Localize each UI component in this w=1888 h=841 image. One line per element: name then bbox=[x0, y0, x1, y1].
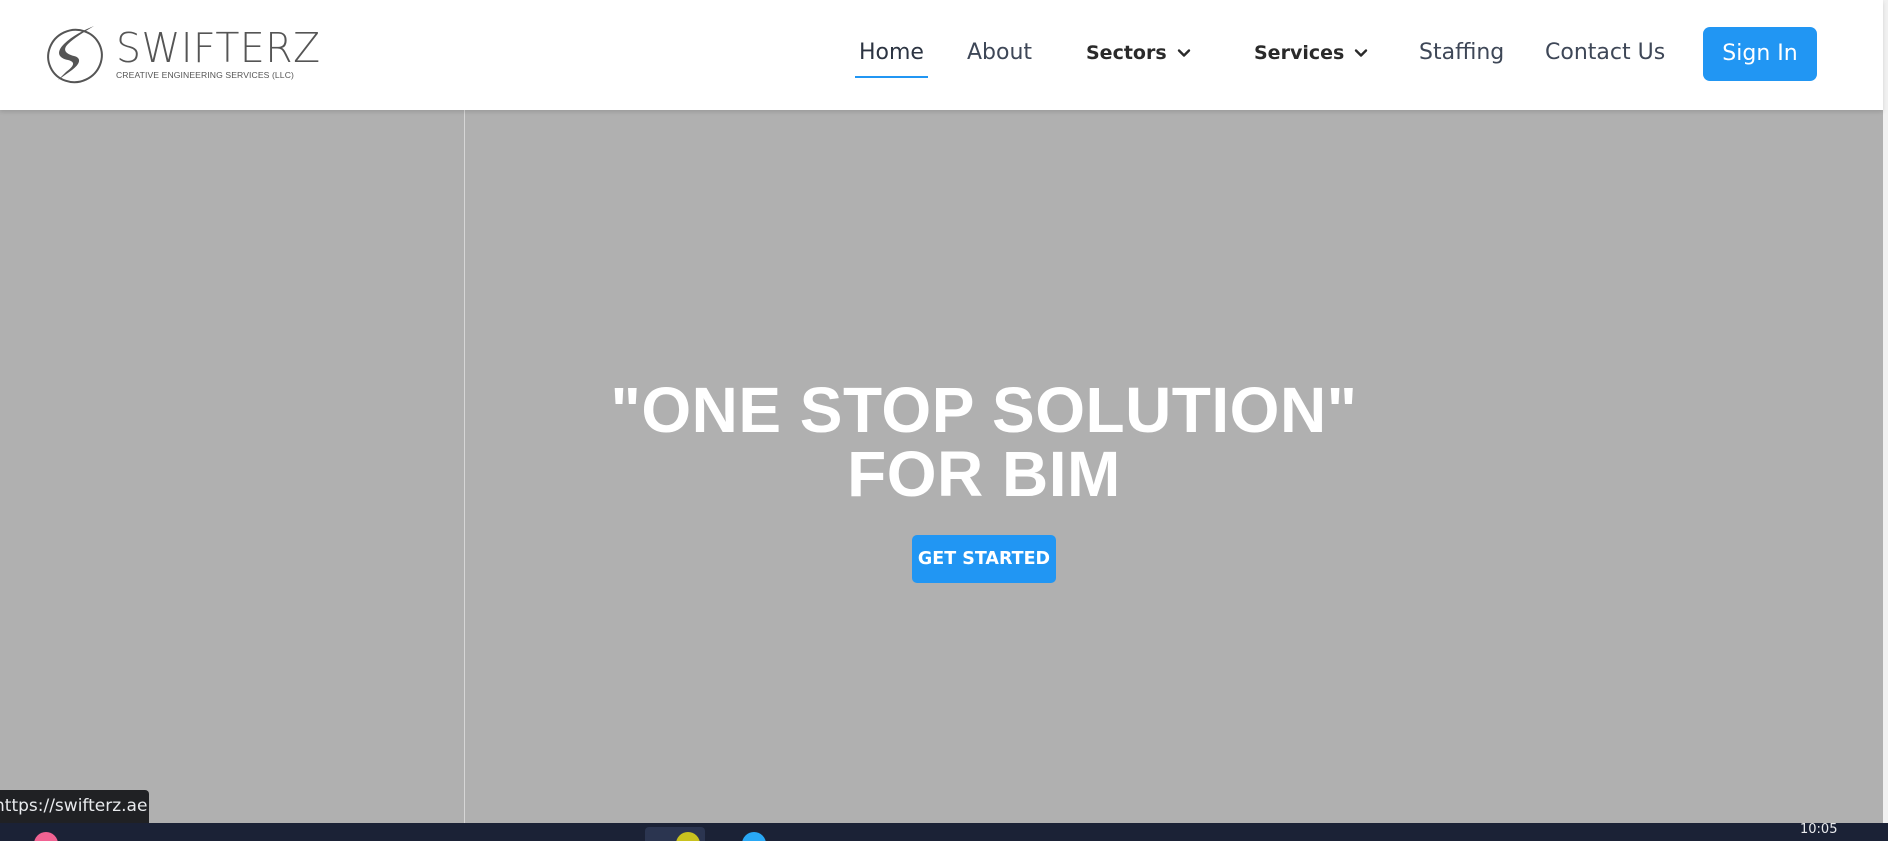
status-url-text: https://swifterz.ae bbox=[0, 796, 148, 816]
nav-contact[interactable]: Contact Us bbox=[1545, 36, 1665, 76]
status-url-tooltip: https://swifterz.ae bbox=[0, 790, 149, 823]
taskbar-clock: 10:05 bbox=[1800, 823, 1837, 837]
nav-services-label: Services bbox=[1254, 42, 1345, 64]
nav-about-label: About bbox=[967, 40, 1033, 65]
nav-services-dropdown[interactable]: Services bbox=[1254, 38, 1368, 72]
get-started-button[interactable]: GET STARTED bbox=[912, 535, 1056, 583]
window-edge bbox=[1883, 0, 1888, 823]
swifterz-logo-icon bbox=[47, 26, 103, 84]
nav-about[interactable]: About bbox=[967, 36, 1032, 76]
taskbar-app-icon[interactable] bbox=[34, 832, 58, 841]
chevron-down-icon bbox=[1177, 49, 1190, 57]
nav-sectors-dropdown[interactable]: Sectors bbox=[1086, 38, 1191, 72]
nav-contact-label: Contact Us bbox=[1545, 40, 1666, 65]
active-nav-indicator bbox=[855, 76, 928, 78]
hero-title-line-1: "ONE STOP SOLUTION" bbox=[610, 374, 1358, 446]
taskbar-clock-text: 10:05 bbox=[1800, 823, 1838, 837]
brand-logo[interactable]: SWIFTERZ CREATIVE ENGINEERING SERVICES (… bbox=[44, 22, 320, 88]
nav-sectors-label: Sectors bbox=[1086, 42, 1167, 64]
sign-in-button[interactable]: Sign In bbox=[1703, 27, 1817, 81]
nav-home-label: Home bbox=[859, 40, 924, 65]
chevron-down-icon bbox=[1355, 49, 1368, 57]
nav-home[interactable]: Home bbox=[855, 36, 928, 78]
hero-section: "ONE STOP SOLUTION" FOR BIM GET STARTED bbox=[0, 110, 1883, 823]
brand-name: SWIFTERZ bbox=[116, 24, 321, 72]
site-header: SWIFTERZ CREATIVE ENGINEERING SERVICES (… bbox=[0, 0, 1883, 110]
taskbar-app-icon[interactable] bbox=[742, 832, 766, 841]
hero-title: "ONE STOP SOLUTION" FOR BIM bbox=[464, 378, 1504, 506]
os-taskbar: 10:05 bbox=[0, 823, 1888, 841]
hero-title-line-2: FOR BIM bbox=[847, 438, 1121, 510]
brand-tagline: CREATIVE ENGINEERING SERVICES (LLC) bbox=[116, 70, 294, 80]
nav-staffing[interactable]: Staffing bbox=[1419, 36, 1504, 76]
nav-staffing-label: Staffing bbox=[1419, 40, 1505, 65]
